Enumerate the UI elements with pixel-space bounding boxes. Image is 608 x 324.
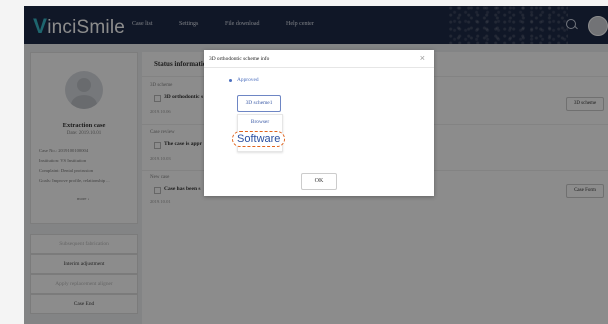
3d-scheme1-button[interactable]: 3D scheme1 [237, 95, 281, 112]
app-window: VinciSmile Case list Settings File downl… [24, 6, 608, 324]
open-with-menu: Browser Software [232, 114, 286, 152]
close-icon[interactable]: × [420, 53, 425, 63]
ok-button[interactable]: OK [301, 173, 337, 190]
browser-option[interactable]: Browser [238, 119, 282, 125]
scheme-info-dialog: 3D orthodontic scheme info × Approved 3D… [204, 50, 434, 196]
status-dot-icon [229, 79, 232, 82]
approved-status: Approved [237, 77, 259, 83]
software-option[interactable]: Software [232, 131, 286, 147]
dialog-divider [204, 67, 434, 68]
dialog-title: 3D orthodontic scheme info [209, 56, 270, 62]
